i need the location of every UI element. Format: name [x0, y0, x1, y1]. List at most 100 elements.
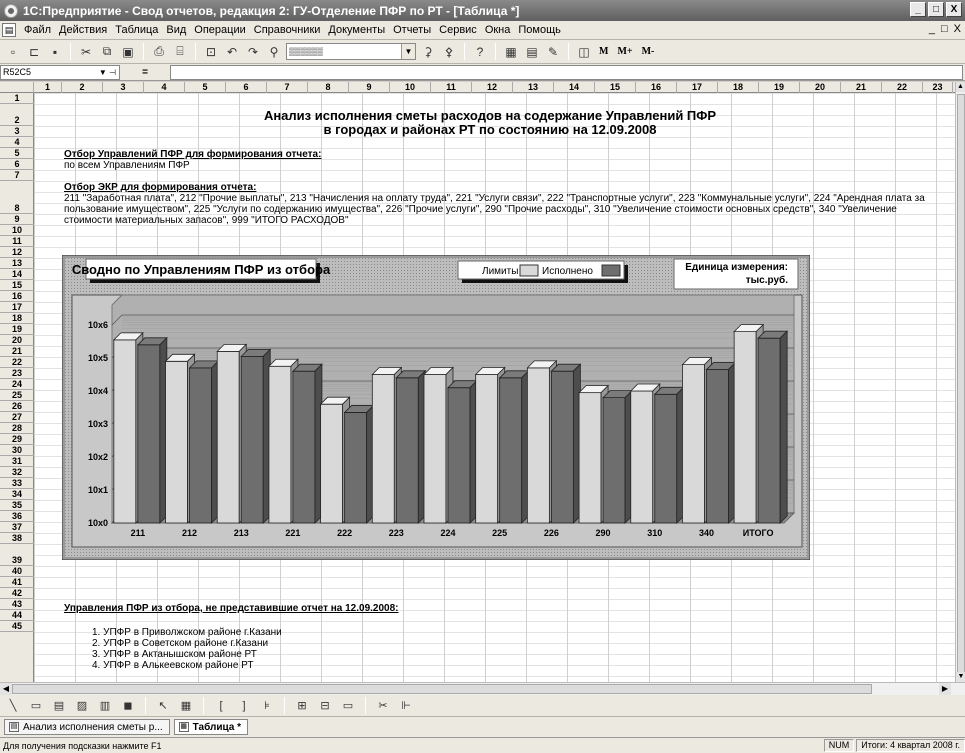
- cut-icon[interactable]: ✂: [374, 697, 392, 715]
- row-header[interactable]: 35: [0, 500, 34, 511]
- row-header[interactable]: 27: [0, 412, 34, 423]
- column-header[interactable]: 15: [595, 82, 636, 93]
- paste-icon[interactable]: ▣: [119, 43, 137, 61]
- column-header[interactable]: 2: [62, 82, 103, 93]
- row-header[interactable]: 14: [0, 269, 34, 280]
- row-header[interactable]: 33: [0, 478, 34, 489]
- frame-icon[interactable]: ▭: [339, 697, 357, 715]
- picture-tool-icon[interactable]: ▨: [73, 697, 91, 715]
- menu-windows[interactable]: Окна: [481, 24, 515, 36]
- horizontal-scrollbar[interactable]: ◀ ▶: [0, 682, 965, 695]
- tips-icon[interactable]: ✎: [544, 43, 562, 61]
- column-header[interactable]: 8: [308, 82, 349, 93]
- help-icon[interactable]: ?: [471, 43, 489, 61]
- row-header[interactable]: 8: [0, 181, 34, 214]
- text-tool-icon[interactable]: ▤: [50, 697, 68, 715]
- row-header[interactable]: 25: [0, 390, 34, 401]
- calculator-icon[interactable]: ▦: [502, 43, 520, 61]
- mdi-restore-button[interactable]: □: [941, 23, 948, 35]
- scroll-left-icon[interactable]: ◀: [0, 683, 12, 695]
- search-combo[interactable]: ▒▒▒▒▒▒ ▼: [286, 43, 416, 60]
- minimize-button[interactable]: _: [910, 2, 926, 17]
- horizontal-scroll-thumb[interactable]: [12, 684, 872, 694]
- table-icon[interactable]: ⊞: [293, 697, 311, 715]
- row-header[interactable]: 5: [0, 148, 34, 159]
- document-icon[interactable]: ▤: [2, 23, 16, 37]
- row-header[interactable]: 15: [0, 280, 34, 291]
- column-header[interactable]: 5: [185, 82, 226, 93]
- menu-file[interactable]: Файл: [20, 24, 55, 36]
- row-header[interactable]: 31: [0, 456, 34, 467]
- row-header[interactable]: 24: [0, 379, 34, 390]
- row-header[interactable]: 45: [0, 621, 34, 632]
- row-header[interactable]: 41: [0, 577, 34, 588]
- grid-tool-icon[interactable]: ▦: [177, 697, 195, 715]
- print-icon[interactable]: ⎙: [150, 43, 168, 61]
- menu-catalogs[interactable]: Справочники: [250, 24, 325, 36]
- scroll-right-icon[interactable]: ▶: [939, 683, 951, 695]
- row-header[interactable]: 7: [0, 170, 34, 181]
- column-header[interactable]: 12: [472, 82, 513, 93]
- open-icon[interactable]: ⊏: [25, 43, 43, 61]
- vertical-scrollbar[interactable]: ▲ ▼: [955, 82, 965, 682]
- row-header[interactable]: 34: [0, 489, 34, 500]
- menu-help[interactable]: Помощь: [514, 24, 565, 36]
- column-header[interactable]: 23: [923, 82, 953, 93]
- row-header[interactable]: 16: [0, 291, 34, 302]
- mdi-close-button[interactable]: X: [954, 23, 961, 35]
- cell-reference-box[interactable]: R52C5 ▼ ⊣: [0, 64, 120, 80]
- memory-add-button[interactable]: M+: [614, 46, 635, 57]
- row-header[interactable]: 32: [0, 467, 34, 478]
- row-header[interactable]: 10: [0, 225, 34, 236]
- row-header[interactable]: 39: [0, 544, 34, 566]
- row-header[interactable]: 30: [0, 445, 34, 456]
- undo-icon[interactable]: ↶: [223, 43, 241, 61]
- row-header[interactable]: 6: [0, 159, 34, 170]
- column-header[interactable]: 20: [800, 82, 841, 93]
- row-header[interactable]: 17: [0, 302, 34, 313]
- row-header[interactable]: 12: [0, 247, 34, 258]
- column-header[interactable]: 17: [677, 82, 718, 93]
- save-icon[interactable]: ▪: [46, 43, 64, 61]
- row-header[interactable]: 36: [0, 511, 34, 522]
- row-header[interactable]: 40: [0, 566, 34, 577]
- row-header[interactable]: 26: [0, 401, 34, 412]
- find-icon[interactable]: ⚲: [265, 43, 283, 61]
- column-header[interactable]: 18: [718, 82, 759, 93]
- chevron-down-icon[interactable]: ▼ ⊣: [99, 68, 119, 77]
- window-tab-analysis[interactable]: ▤ Анализ исполнения сметы р...: [4, 719, 170, 735]
- close-button[interactable]: X: [946, 2, 962, 17]
- scroll-down-icon[interactable]: ▼: [956, 672, 965, 682]
- properties-icon[interactable]: ⊡: [202, 43, 220, 61]
- mdi-minimize-button[interactable]: _: [929, 23, 935, 35]
- cut-icon[interactable]: ✂: [77, 43, 95, 61]
- column-header[interactable]: 6: [226, 82, 267, 93]
- chevron-down-icon[interactable]: ▼: [401, 44, 415, 59]
- chart-container[interactable]: Сводно по Управлениям ПФР из отбора Лими…: [61, 254, 811, 561]
- row-header[interactable]: 42: [0, 588, 34, 599]
- columns-icon[interactable]: ⊟: [316, 697, 334, 715]
- row-header[interactable]: 1: [0, 93, 34, 104]
- column-header[interactable]: 4: [144, 82, 185, 93]
- column-header[interactable]: 11: [431, 82, 472, 93]
- corner-header[interactable]: [0, 82, 34, 93]
- menu-table[interactable]: Таблица: [111, 24, 162, 36]
- row-header[interactable]: 13: [0, 258, 34, 269]
- group-icon[interactable]: ⊧: [258, 697, 276, 715]
- memory-subtract-button[interactable]: M-: [639, 46, 658, 57]
- maximize-button[interactable]: □: [928, 2, 944, 17]
- menu-documents[interactable]: Документы: [324, 24, 389, 36]
- bracket-close-icon[interactable]: ]: [235, 697, 253, 715]
- column-header[interactable]: 1: [34, 82, 62, 93]
- column-header[interactable]: 10: [390, 82, 431, 93]
- row-header[interactable]: 11: [0, 236, 34, 247]
- copy-icon[interactable]: ⧉: [98, 43, 116, 61]
- line-tool-icon[interactable]: ╲: [4, 697, 22, 715]
- row-header[interactable]: 28: [0, 423, 34, 434]
- menu-operations[interactable]: Операции: [190, 24, 249, 36]
- menu-view[interactable]: Вид: [162, 24, 190, 36]
- header-icon[interactable]: ⊩: [397, 697, 415, 715]
- row-header[interactable]: 2: [0, 104, 34, 126]
- row-header[interactable]: 29: [0, 434, 34, 445]
- bracket-open-icon[interactable]: [: [212, 697, 230, 715]
